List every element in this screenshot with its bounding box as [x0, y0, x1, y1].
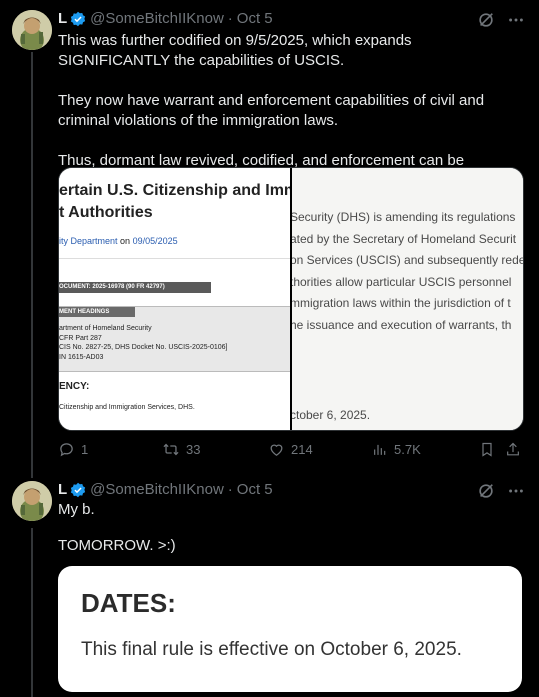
bookmark-icon [482, 442, 492, 457]
media-image-left[interactable]: ertain U.S. Citizenship and Immi t Autho… [59, 168, 290, 430]
more-options-icon[interactable] [507, 11, 525, 29]
on-word: on [120, 236, 131, 246]
post-text: My b. TOMORROW. >:) [58, 500, 527, 556]
document-title-line: t Authorities [59, 204, 153, 221]
document-agency-line: ity Department on 09/05/2025 [59, 236, 178, 246]
summary-line: ated by the Secretary of Homeland Securi… [292, 231, 517, 246]
display-name[interactable]: L [58, 10, 67, 27]
views-button[interactable]: 5.7K [372, 441, 421, 458]
media-attachment[interactable]: DATES: This final rule is effective on O… [58, 566, 522, 692]
post-action-bar: 1 33 214 5.7K [58, 441, 527, 461]
media-attachment[interactable]: ertain U.S. Citizenship and Immi t Autho… [58, 167, 524, 431]
verified-badge-icon [71, 482, 86, 497]
summary-line: thorities allow particular USCIS personn… [292, 274, 512, 289]
bookmark-button[interactable] [479, 441, 495, 458]
document-headings-bar: MENT HEADINGS [59, 307, 135, 317]
post-date[interactable]: Oct 5 [237, 10, 273, 27]
summary-line: on Services (USCIS) and subsequently red… [292, 253, 523, 267]
agency-link: ity Department [59, 236, 118, 246]
summary-line: he issuance and execution of warrants, t… [292, 317, 512, 332]
heading-line: artment of Homeland Security [59, 325, 152, 332]
reply-button[interactable]: 1 [58, 441, 88, 458]
document-title-line: ertain U.S. Citizenship and Immi [59, 182, 290, 199]
summary-line: mmigration laws within the jurisdiction … [292, 296, 511, 310]
avatar[interactable] [12, 10, 52, 50]
reply-icon [60, 443, 73, 457]
document-summary-text: Security (DHS) is amending its regulatio… [292, 207, 523, 336]
heart-icon [270, 444, 283, 456]
post-header: L @SomeBitchIIKnow · Oct 5 [58, 10, 273, 27]
repost-count: 33 [186, 442, 201, 457]
more-options-icon[interactable] [507, 482, 525, 500]
views-icon [374, 444, 386, 455]
share-button[interactable] [505, 441, 521, 458]
avatar[interactable] [12, 481, 52, 521]
post-paragraph: This was further codified on 9/5/2025, w… [58, 32, 412, 69]
view-count: 5.7K [394, 442, 421, 457]
grok-icon[interactable] [477, 11, 495, 29]
repost-icon [163, 443, 179, 456]
grok-icon[interactable] [477, 482, 495, 500]
publish-date-link: 09/05/2025 [132, 236, 178, 246]
document-headings-box: MENT HEADINGS artment of Homeland Securi… [59, 306, 290, 372]
post-header-icons [477, 11, 525, 29]
heading-line: CFR Part 287 [59, 334, 102, 342]
divider [59, 258, 290, 259]
separator-dot: · [227, 481, 233, 498]
reply-count: 1 [81, 442, 89, 457]
summary-line: Security (DHS) is amending its regulatio… [292, 210, 516, 224]
separator-dot: · [227, 10, 233, 27]
agency-text: Citizenship and Immigration Services, DH… [59, 404, 195, 411]
heading-line: IN 1615-AD03 [59, 353, 104, 361]
post-paragraph: They now have warrant and enforcement ca… [58, 92, 485, 129]
heading-line: CIS No. 2827-25, DHS Docket No. USCIS-20… [59, 344, 228, 351]
media-image-right[interactable]: Security (DHS) is amending its regulatio… [292, 168, 523, 430]
handle[interactable]: @SomeBitchIIKnow [90, 481, 224, 498]
card-body: This final rule is effective on October … [81, 639, 462, 660]
post-paragraph: My b. [58, 501, 95, 518]
display-name[interactable]: L [58, 481, 67, 498]
post-header: L @SomeBitchIIKnow · Oct 5 [58, 481, 273, 498]
agency-label: ENCY: [59, 381, 90, 392]
avatar-image [12, 481, 52, 521]
verified-badge-icon [71, 11, 86, 26]
post-date[interactable]: Oct 5 [237, 481, 273, 498]
share-icon [507, 442, 519, 456]
effective-date-line: ctober 6, 2025. [292, 408, 371, 422]
card-heading: DATES: [81, 588, 176, 618]
like-button[interactable]: 214 [268, 441, 313, 458]
post-header-icons [477, 482, 525, 500]
thread-connector-line [31, 528, 33, 697]
like-count: 214 [291, 442, 313, 457]
post-paragraph: TOMORROW. >:) [58, 537, 176, 554]
thread-connector-line [31, 52, 33, 478]
handle[interactable]: @SomeBitchIIKnow [90, 10, 224, 27]
avatar-image [12, 10, 52, 50]
document-number-bar: OCUMENT: 2025-16978 (90 FR 42797) [59, 282, 211, 293]
repost-button[interactable]: 33 [162, 441, 200, 458]
